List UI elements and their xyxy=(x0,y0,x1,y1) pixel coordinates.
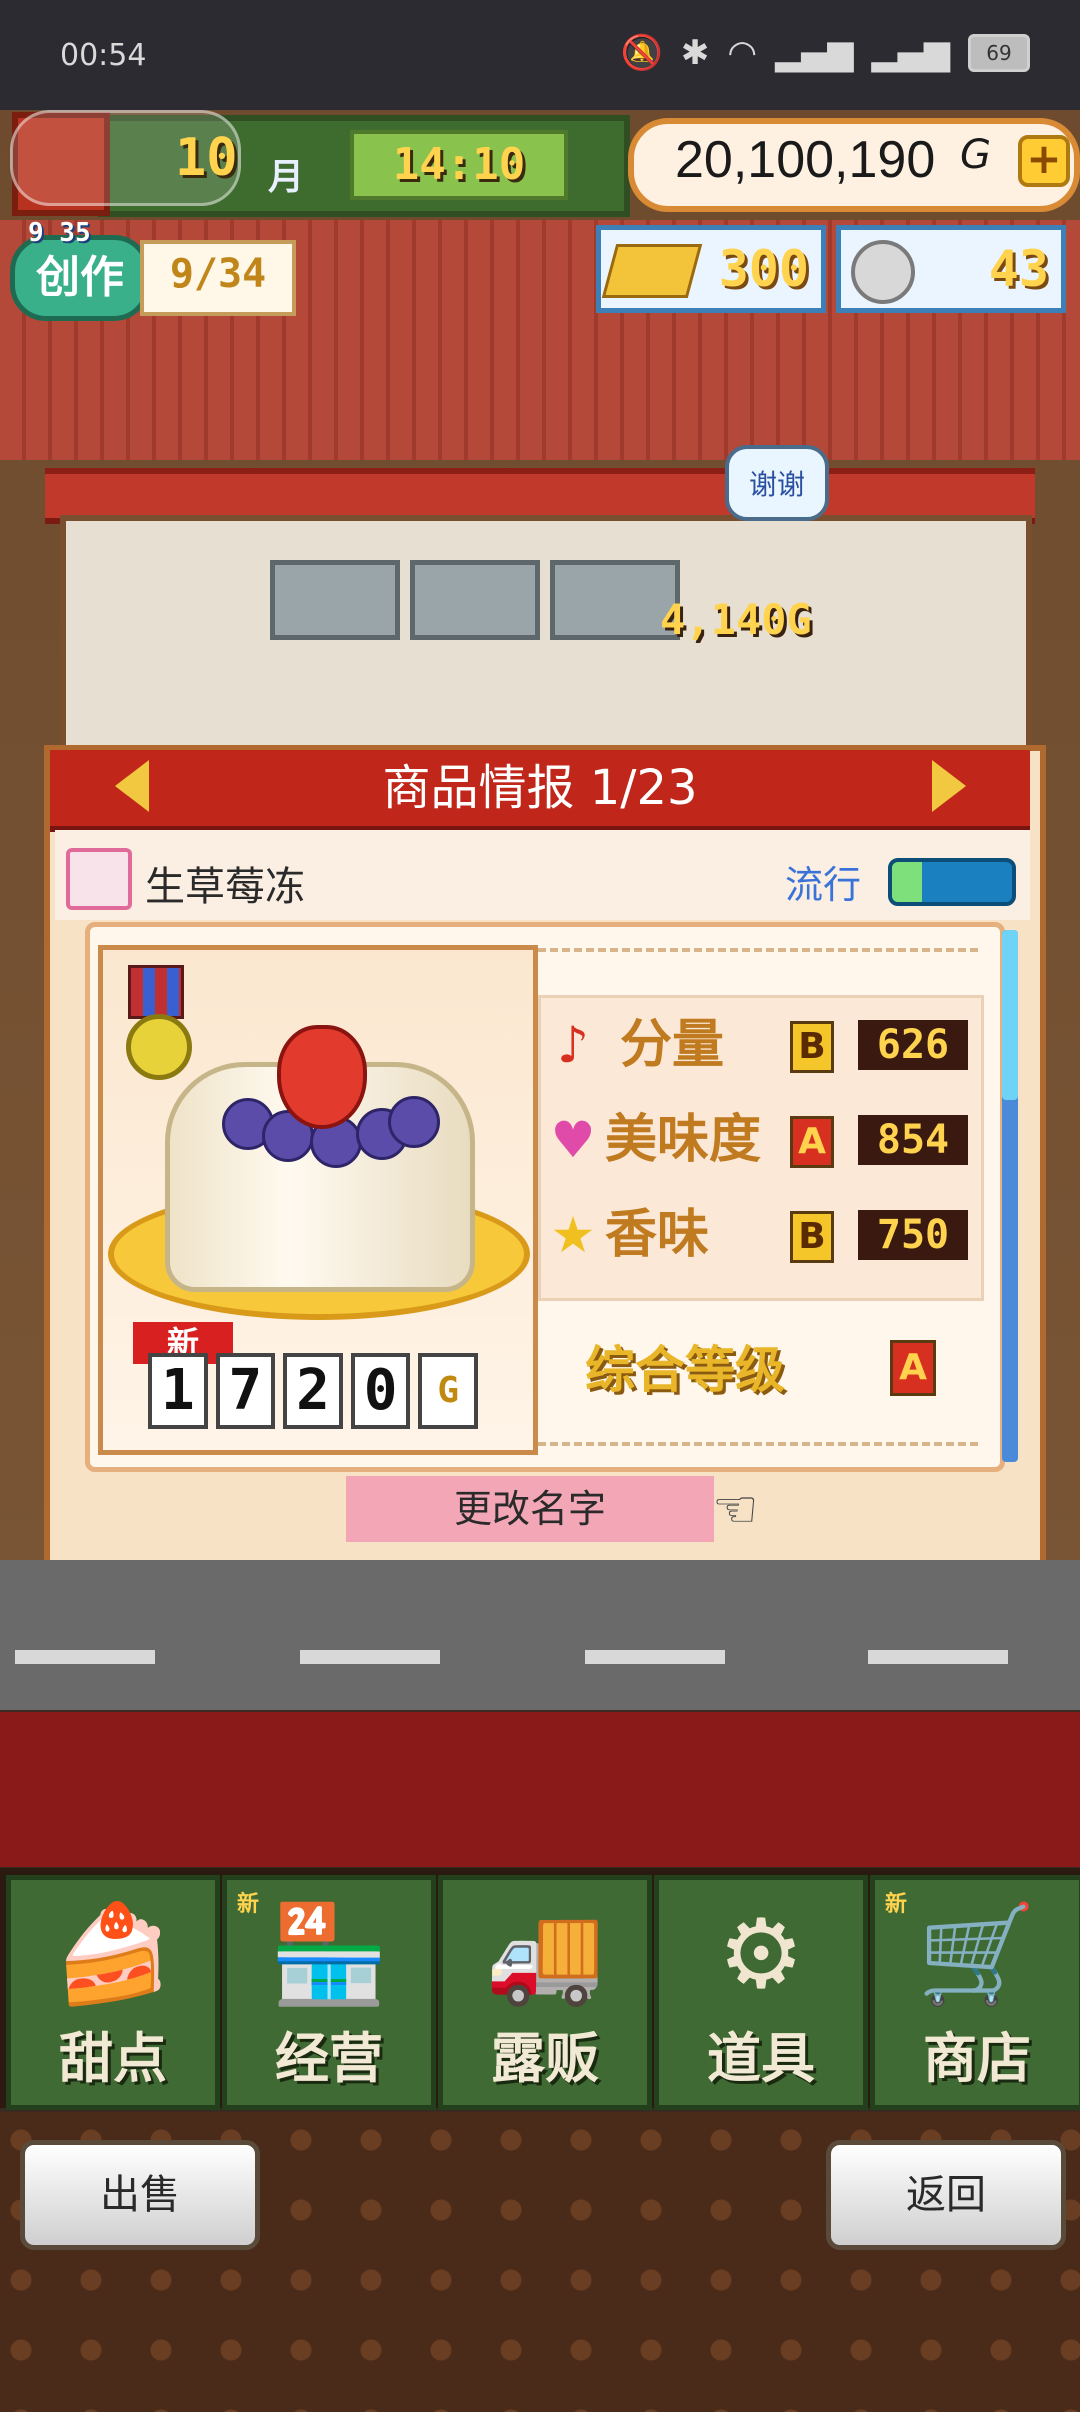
nav-desserts[interactable]: 🍰 甜点 xyxy=(6,1875,220,2110)
price-unit: G xyxy=(418,1353,478,1429)
game-clock: 14:10 xyxy=(350,130,568,200)
stat-value: 750 xyxy=(858,1210,968,1260)
nav-label: 露贩 xyxy=(491,2027,599,2090)
status-bar: 00:54 🔕 ✱ ◠ ▂▄▆ ▂▄▆ 69 xyxy=(0,0,1080,110)
status-time: 00:54 xyxy=(60,38,147,73)
product-name: 生草莓冻 xyxy=(145,864,305,910)
prev-arrow-icon[interactable] xyxy=(115,760,149,812)
new-badge: 新 xyxy=(885,1892,908,1917)
medal-ribbon-icon xyxy=(128,965,184,1019)
coin-icon xyxy=(851,240,915,304)
blueberry-graphic xyxy=(388,1096,440,1148)
nav-stall[interactable]: 🚚 露贩 xyxy=(438,1875,652,2110)
overall-grade: A xyxy=(890,1340,936,1396)
sell-button[interactable]: 出售 xyxy=(20,2140,260,2250)
panel-page: 1/23 xyxy=(589,760,698,816)
stat-label: 美味度 xyxy=(605,1110,762,1170)
stat-grade: B xyxy=(790,1211,834,1263)
create-sub-counter: 9 35 xyxy=(28,218,91,248)
wifi-icon: ◠ xyxy=(727,33,758,73)
stat-row-volume: ♪ 分量 B 626 xyxy=(545,1005,975,1085)
gold-bar-icon xyxy=(601,244,703,298)
heart-icon: ♥ xyxy=(550,1111,596,1169)
gold-bar-counter: 300 xyxy=(596,225,826,313)
speech-bubble: 谢谢 xyxy=(725,445,830,521)
lane-marking xyxy=(300,1650,440,1664)
signal-icon: ▂▄▆ xyxy=(775,33,854,73)
mute-icon: 🔕 xyxy=(620,33,663,73)
display-case xyxy=(270,560,400,640)
stat-label: 香味 xyxy=(605,1205,710,1265)
bluetooth-icon: ✱ xyxy=(680,33,710,73)
medal-icon xyxy=(126,1014,192,1080)
status-icons: 🔕 ✱ ◠ ▂▄▆ ▂▄▆ 69 xyxy=(621,33,1030,73)
nav-label: 甜点 xyxy=(59,2027,167,2090)
nav-label: 道具 xyxy=(707,2027,815,2090)
price-display: 1 7 2 0 G xyxy=(148,1353,478,1429)
signal-icon-2: ▂▄▆ xyxy=(871,33,950,73)
lane-marking xyxy=(585,1650,725,1664)
nav-label: 商店 xyxy=(923,2027,1031,2090)
trend-meter-fill xyxy=(892,862,922,902)
food-truck-icon: 🚚 xyxy=(485,1898,605,2010)
money-unit: G xyxy=(960,132,991,178)
lane-marking xyxy=(868,1650,1008,1664)
stat-grade: B xyxy=(790,1021,834,1073)
star-icon: ★ xyxy=(550,1206,596,1264)
sale-amount: 4,140G xyxy=(660,595,812,644)
music-note-icon: ♪ xyxy=(557,1016,589,1074)
lane-marking xyxy=(15,1650,155,1664)
money-amount: 20,100,190 xyxy=(675,131,936,189)
month-label: 月 xyxy=(268,157,305,198)
nav-items[interactable]: ⚙ 道具 xyxy=(654,1875,868,2110)
new-badge: 新 xyxy=(237,1892,260,1917)
panel-header: 商品情报 1/23 xyxy=(50,750,1030,832)
shop-interior xyxy=(60,515,1032,767)
trend-meter xyxy=(888,858,1016,906)
cake-icon: 🍰 xyxy=(53,1898,173,2010)
panel-title: 商品情报 xyxy=(382,760,575,816)
rename-button[interactable]: 更改名字 xyxy=(346,1476,714,1542)
month-number: 10 xyxy=(175,128,238,188)
stat-value: 854 xyxy=(858,1115,968,1165)
display-case xyxy=(410,560,540,640)
gear-and-bag-icon: ⚙ xyxy=(717,1898,805,2010)
street xyxy=(0,1560,1080,1710)
price-digit: 1 xyxy=(148,1353,208,1429)
strawberry-graphic xyxy=(277,1025,367,1129)
add-money-button[interactable]: + xyxy=(1018,135,1070,187)
overall-grade-label: 综合等级 xyxy=(585,1341,785,1399)
pointing-hand-icon: ☜ xyxy=(712,1480,759,1540)
stat-value: 626 xyxy=(858,1020,968,1070)
stat-grade: A xyxy=(790,1116,834,1168)
coin-counter: 43 xyxy=(836,225,1066,313)
nav-manage[interactable]: 新 🏪 经营 xyxy=(222,1875,436,2110)
nav-store[interactable]: 新 🛒 商店 xyxy=(870,1875,1080,2110)
stat-row-aroma: ★ 香味 B 750 xyxy=(545,1195,975,1275)
carpet xyxy=(0,1712,1080,1867)
create-progress: 9/34 xyxy=(140,240,296,316)
nav-label: 经营 xyxy=(275,2027,383,2090)
price-digit: 7 xyxy=(215,1353,276,1429)
product-category-icon xyxy=(66,848,132,910)
next-arrow-icon[interactable] xyxy=(932,760,966,812)
stat-row-taste: ♥ 美味度 A 854 xyxy=(545,1100,975,1180)
price-digit: 2 xyxy=(283,1353,343,1429)
trend-label: 流行 xyxy=(785,863,862,907)
price-digit: 0 xyxy=(350,1353,411,1429)
back-button[interactable]: 返回 xyxy=(826,2140,1066,2250)
battery-icon: 69 xyxy=(968,34,1030,72)
stat-label: 分量 xyxy=(620,1015,725,1075)
scrollbar-thumb[interactable] xyxy=(1002,930,1018,1100)
